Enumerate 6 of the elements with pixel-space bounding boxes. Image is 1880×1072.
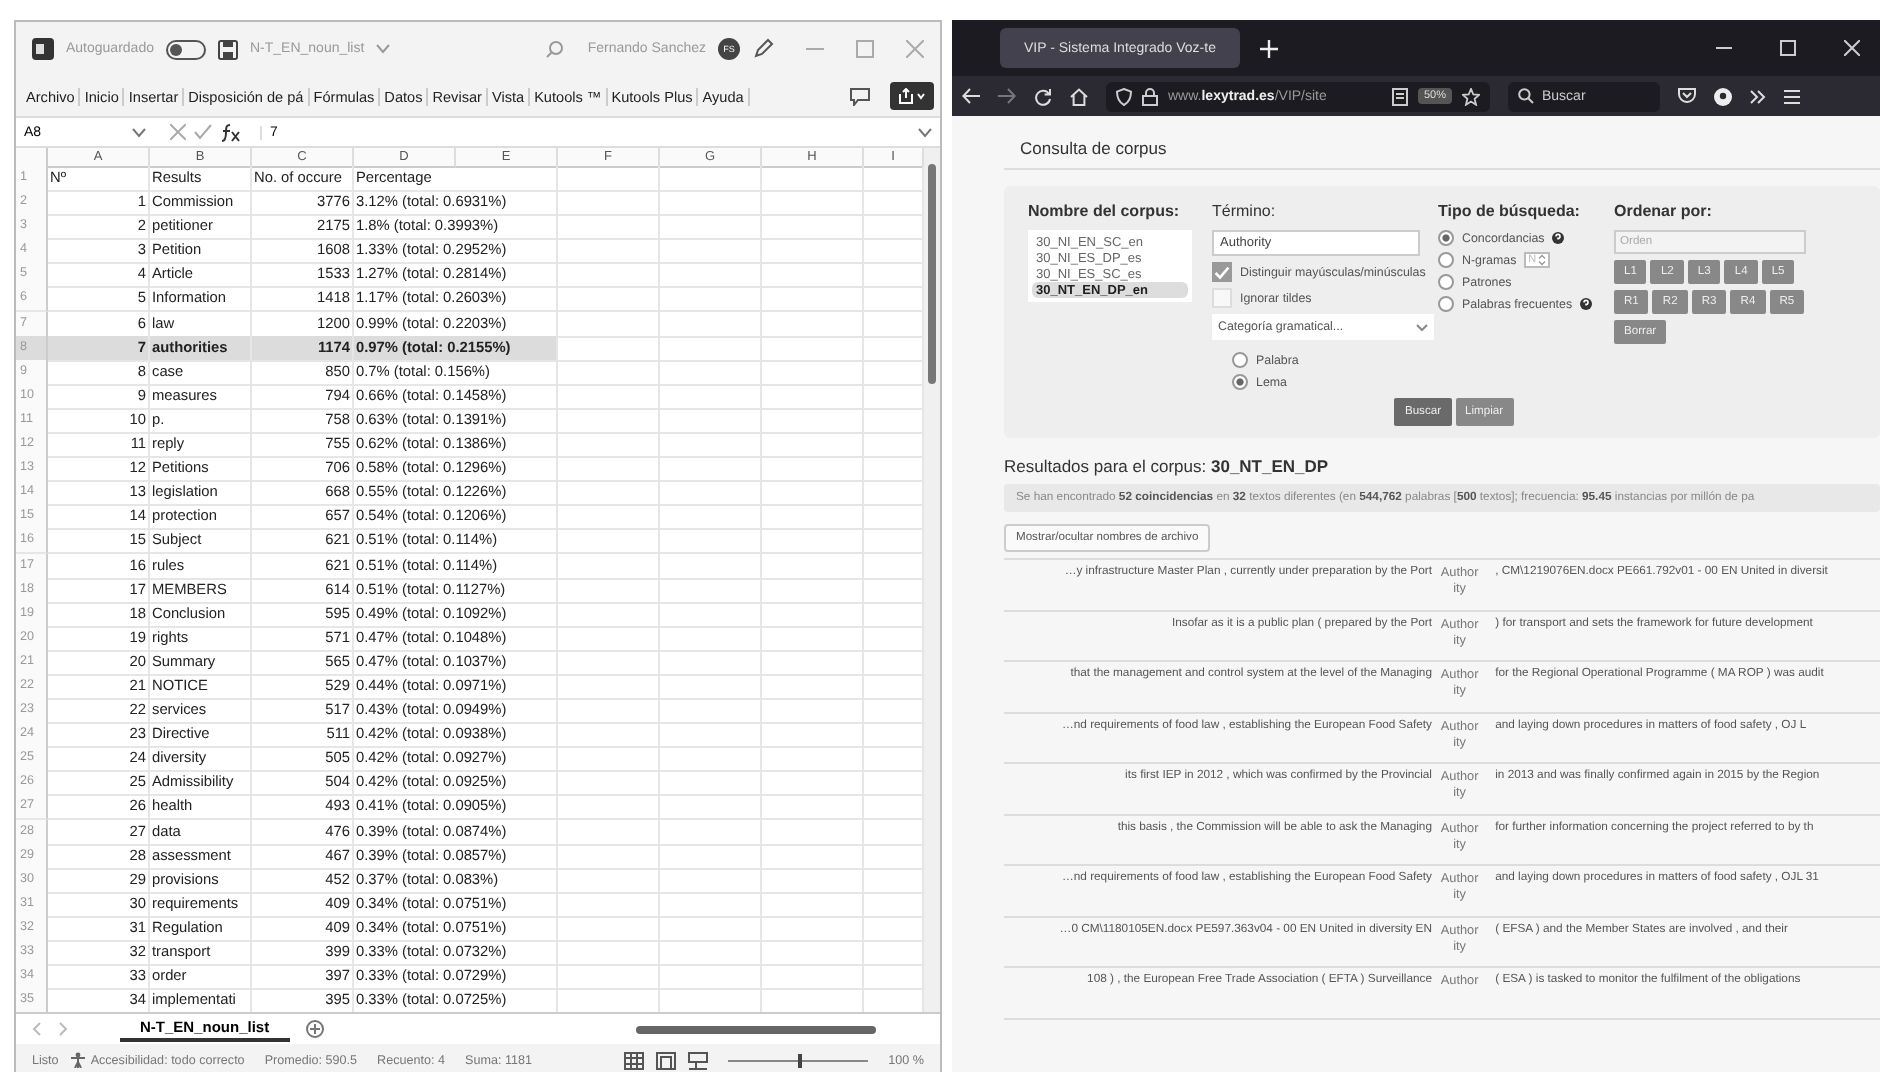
page-heading: Consulta de corpus xyxy=(1004,116,1880,170)
field-label: Tipo de búsqueda: xyxy=(1438,202,1582,220)
field-label: Nombre del corpus: xyxy=(1028,202,1182,220)
results-title: Resultados para el corpus: 30_NT_EN_DP xyxy=(1004,456,1331,476)
field-label: Término: xyxy=(1212,202,1278,220)
field-label: Ordenar por: xyxy=(1614,202,1714,220)
